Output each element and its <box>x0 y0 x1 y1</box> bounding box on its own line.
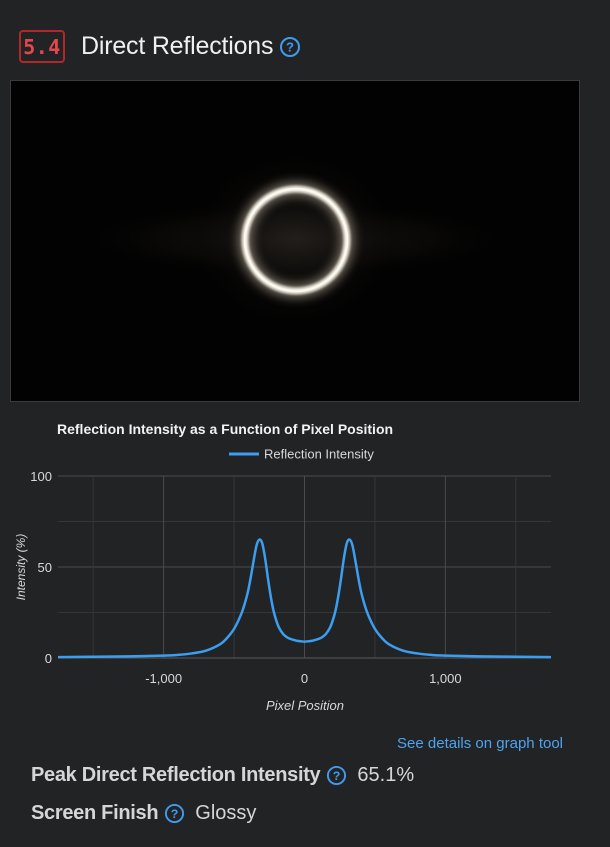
y-tick-label: 0 <box>45 651 52 666</box>
x-axis-label: Pixel Position <box>266 698 344 713</box>
section-title: Direct Reflections <box>81 32 274 60</box>
spec-row-peak-intensity: Peak Direct Reflection Intensity ? 65.1% <box>31 760 414 790</box>
x-tick-label: 1,000 <box>429 671 462 686</box>
reflection-photo <box>10 80 580 402</box>
x-tick-label: 0 <box>301 671 308 686</box>
spec-label: Screen Finish <box>31 801 159 824</box>
tick-labels: -1,000 0 1,000 0 50 100 <box>30 469 461 686</box>
x-tick-label: -1,000 <box>145 671 182 686</box>
spec-value: Glossy <box>195 801 257 824</box>
question-circle-icon[interactable]: ? <box>164 803 185 824</box>
y-tick-label: 100 <box>30 469 52 484</box>
question-circle-icon[interactable]: ? <box>326 765 347 786</box>
grid <box>58 475 551 659</box>
score-badge: 5.4 <box>19 30 65 63</box>
svg-text:?: ? <box>171 806 179 820</box>
section-header: 5.4 Direct Reflections ? <box>19 28 301 65</box>
svg-text:?: ? <box>333 768 341 782</box>
question-circle-icon[interactable]: ? <box>279 36 301 58</box>
chart-area: Reflection Intensity as a Function of Pi… <box>0 410 610 720</box>
chart-title: Reflection Intensity as a Function of Pi… <box>57 421 393 437</box>
reflection-intensity-chart: Reflection Intensity as a Function of Pi… <box>14 421 552 713</box>
ring-reflection-image <box>65 144 525 334</box>
spec-label: Peak Direct Reflection Intensity <box>31 763 321 786</box>
y-axis-label: Intensity (%) <box>14 534 28 601</box>
svg-text:?: ? <box>286 39 294 54</box>
y-tick-label: 50 <box>38 560 52 575</box>
spec-row-screen-finish: Screen Finish ? Glossy <box>31 798 256 828</box>
legend: Reflection Intensity <box>229 447 374 462</box>
legend-label: Reflection Intensity <box>264 447 374 462</box>
graph-tool-link[interactable]: See details on graph tool <box>397 735 563 752</box>
spec-value: 65.1% <box>357 763 415 786</box>
